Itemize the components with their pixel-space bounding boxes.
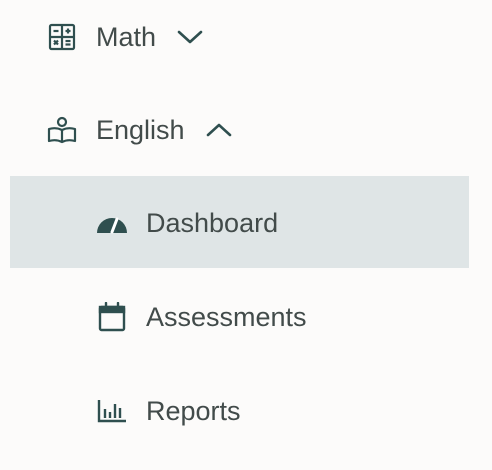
calendar-icon [96, 301, 128, 333]
nav-item-label: English [96, 115, 185, 145]
nav-item-label: Reports [146, 396, 241, 426]
nav-item-label: Assessments [146, 302, 307, 332]
chevron-down-icon[interactable] [174, 21, 206, 53]
bar-chart-icon [96, 395, 128, 427]
dashboard-gauge-icon [96, 207, 128, 239]
open-book-icon [46, 114, 78, 146]
nav-subitem-dashboard[interactable]: Dashboard [0, 176, 492, 270]
nav-item-english[interactable]: English [0, 83, 492, 177]
chevron-up-icon[interactable] [203, 114, 235, 146]
nav-subitem-assessments[interactable]: Assessments [0, 270, 492, 364]
nav-item-label: Math [96, 22, 157, 52]
nav-item-math[interactable]: Math [0, 0, 492, 84]
sidebar-nav: Math English Dashboard Assessments Repor… [0, 0, 492, 470]
calculator-icon [46, 21, 78, 53]
nav-item-label: Dashboard [146, 208, 279, 238]
nav-subitem-reports[interactable]: Reports [0, 364, 492, 458]
